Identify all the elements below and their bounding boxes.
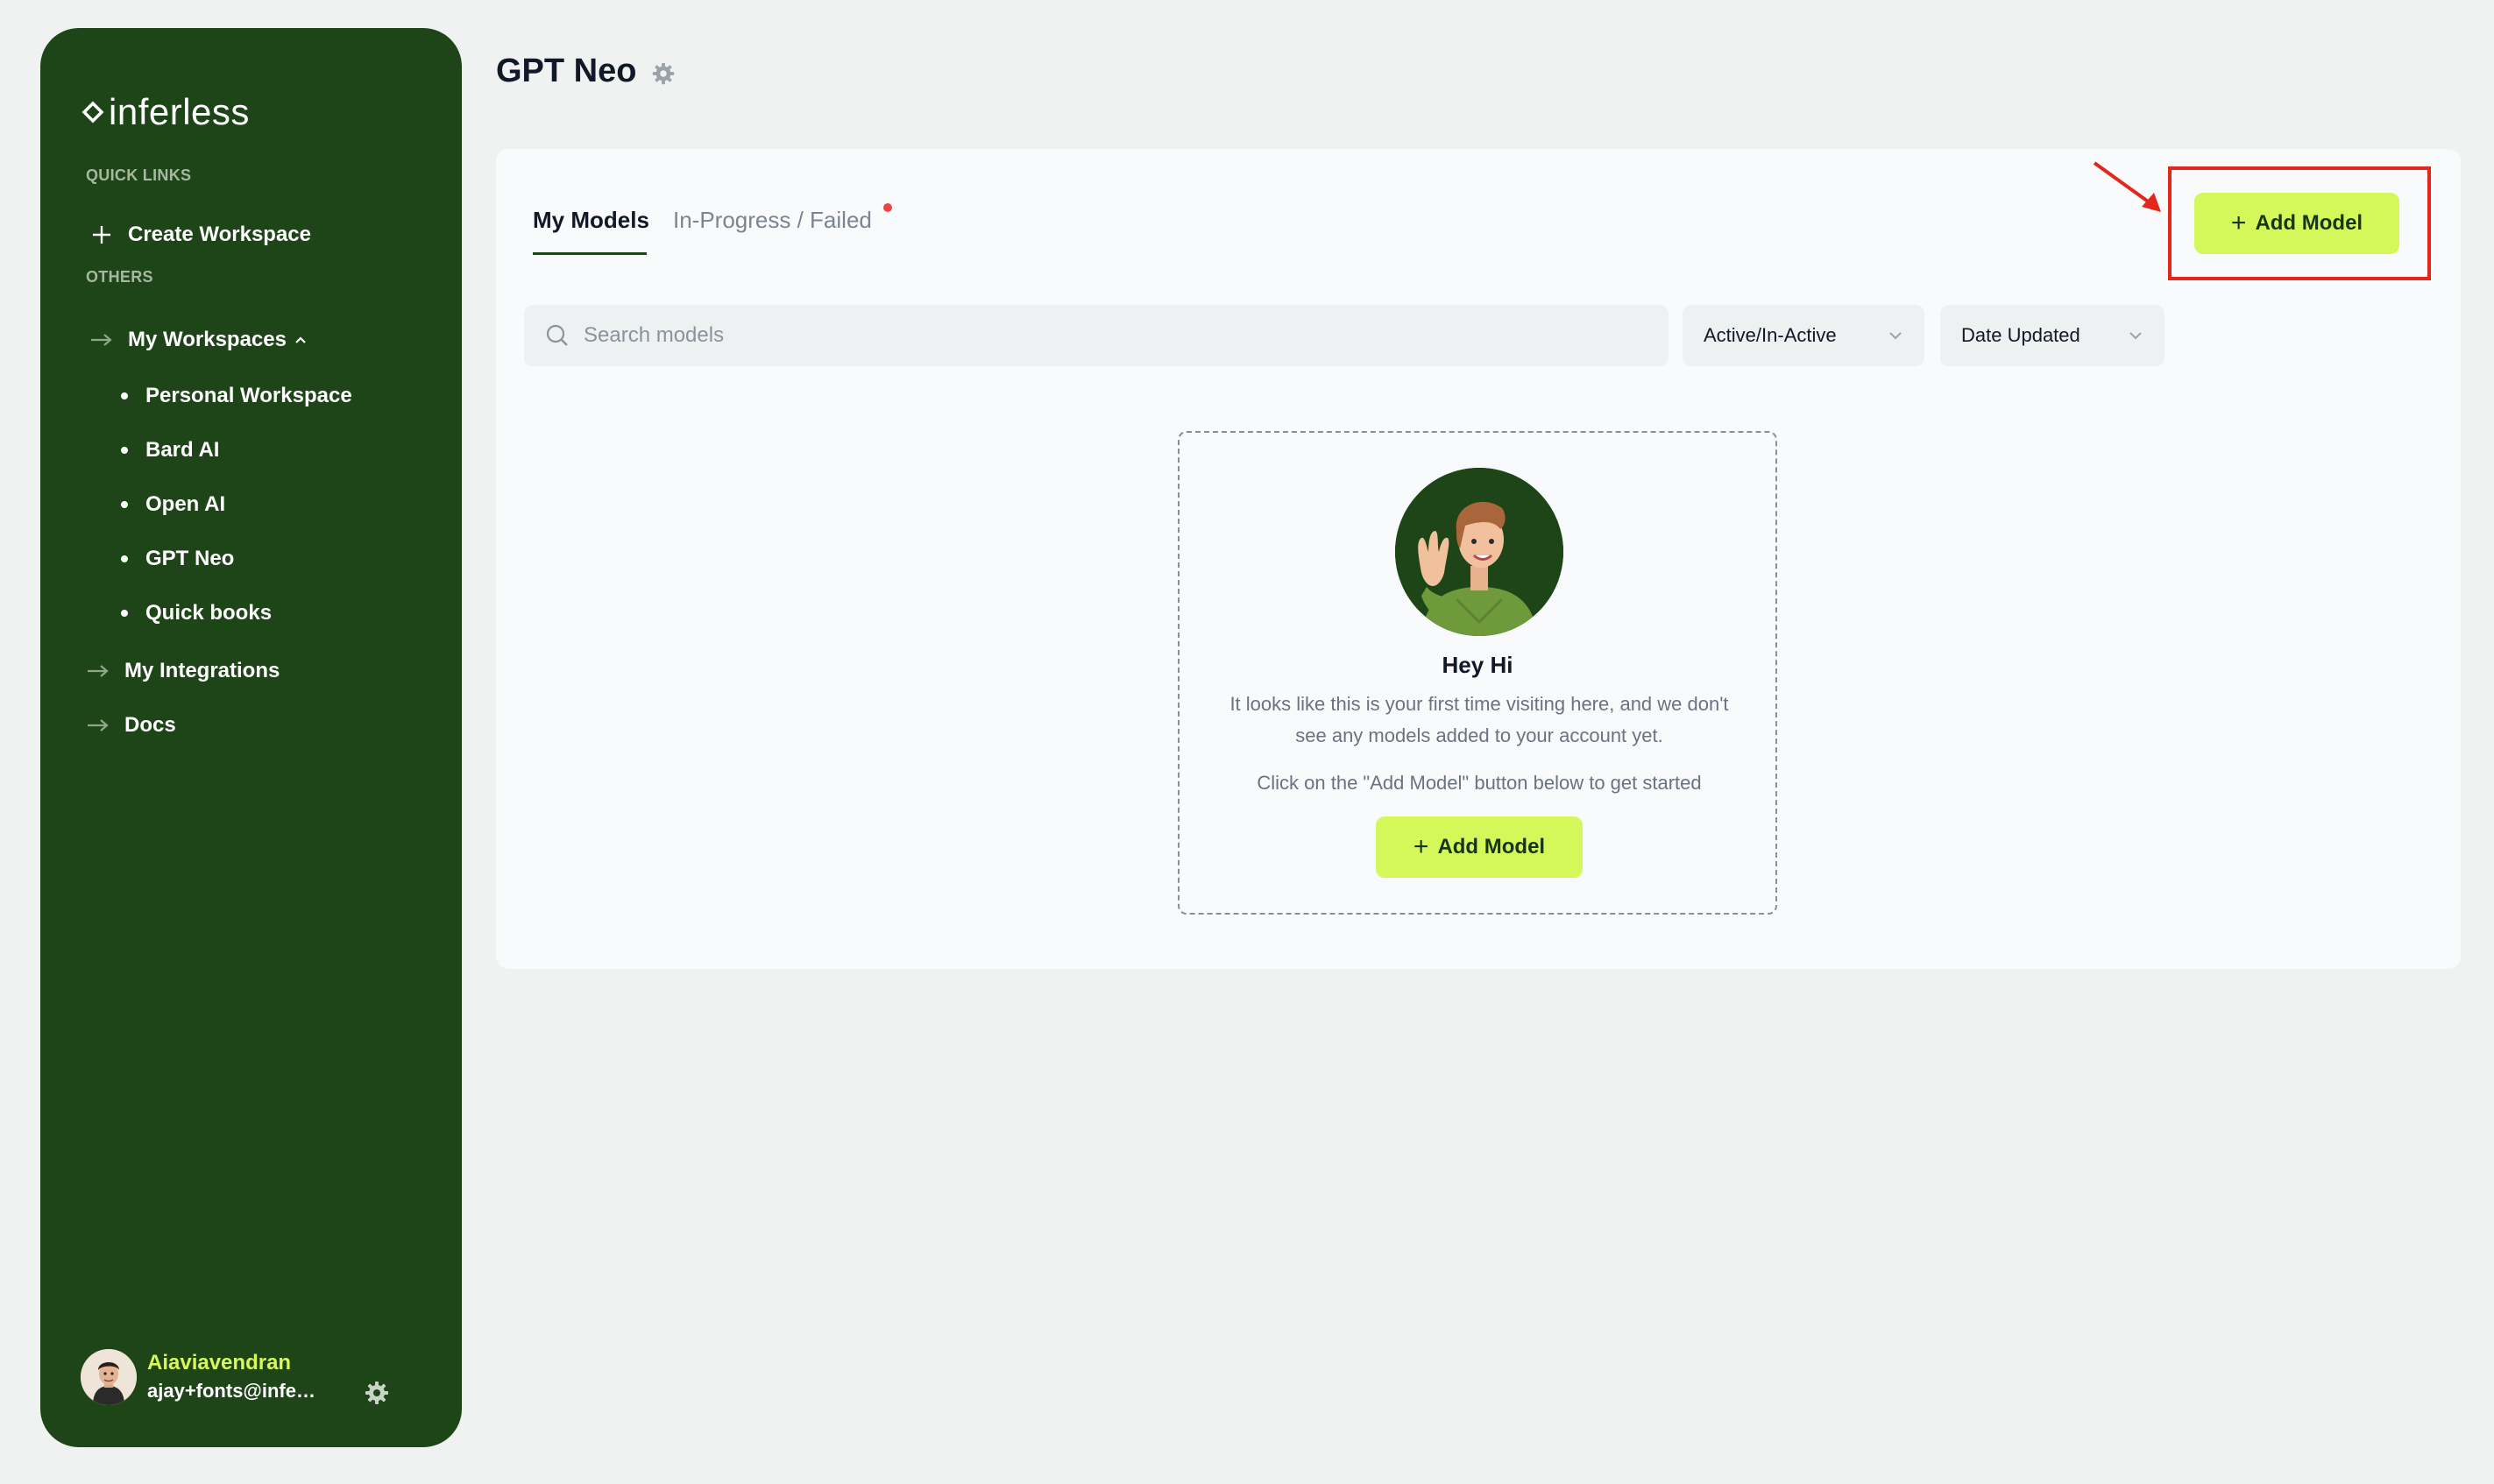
bullet-icon	[121, 610, 128, 617]
workspace-item-label: Personal Workspace	[145, 384, 352, 407]
my-integrations-label: My Integrations	[124, 659, 280, 682]
search-icon	[545, 323, 570, 348]
plus-icon: +	[1413, 832, 1429, 861]
bullet-icon	[121, 501, 128, 508]
arrow-right-icon	[89, 328, 114, 352]
logo[interactable]: inferless	[81, 91, 250, 133]
add-model-button[interactable]: + Add Model	[2194, 193, 2399, 254]
status-filter-value: Active/In-Active	[1704, 324, 1837, 346]
avatar	[81, 1349, 137, 1405]
add-model-label: Add Model	[1437, 835, 1546, 859]
active-tab-indicator	[533, 252, 647, 255]
plus-icon: +	[2230, 208, 2247, 237]
workspace-settings-gear-icon[interactable]	[650, 60, 677, 87]
status-filter-select[interactable]: Active/In-Active	[1683, 305, 1924, 366]
my-workspaces-label: My Workspaces	[128, 328, 287, 351]
sort-filter-value: Date Updated	[1961, 324, 2080, 346]
empty-state-hint: Click on the "Add Model" button below to…	[1257, 772, 1702, 794]
workspace-item-label: GPT Neo	[145, 547, 235, 570]
sort-filter-select[interactable]: Date Updated	[1940, 305, 2165, 366]
arrow-right-icon	[86, 659, 110, 683]
workspace-item-bard-ai[interactable]: Bard AI	[121, 438, 219, 463]
create-workspace-label: Create Workspace	[128, 223, 311, 246]
my-workspaces-toggle[interactable]: My Workspaces	[89, 328, 308, 352]
empty-state-message: It looks like this is your first time vi…	[1229, 693, 1729, 746]
logo-diamond-icon	[81, 100, 105, 124]
workspace-item-open-ai[interactable]: Open AI	[121, 492, 225, 517]
bullet-icon	[121, 447, 128, 454]
others-label: OTHERS	[86, 268, 153, 286]
profile-text: Aiaviavendran ajay+fonts@inferless.com	[147, 1349, 322, 1405]
annotation-arrow-icon	[2093, 161, 2161, 212]
logo-text: inferless	[109, 91, 250, 132]
page-title: GPT Neo	[496, 53, 637, 89]
chevron-up-icon	[294, 335, 308, 345]
bullet-icon	[121, 392, 128, 399]
tab-my-models[interactable]: My Models	[533, 207, 649, 234]
notification-dot	[883, 203, 892, 212]
workspace-item-gpt-neo[interactable]: GPT Neo	[121, 547, 234, 571]
docs-label: Docs	[124, 713, 176, 737]
workspace-item-label: Quick books	[145, 601, 273, 625]
create-workspace-link[interactable]: Create Workspace	[89, 223, 311, 247]
empty-state-add-model-button[interactable]: + Add Model	[1376, 816, 1583, 878]
empty-state-title: Hey Hi	[1442, 652, 1513, 678]
chevron-down-icon	[2129, 332, 2142, 340]
user-profile[interactable]: Aiaviavendran ajay+fonts@inferless.com	[81, 1349, 322, 1405]
empty-state-card: Hey Hi It looks like this is your first …	[1178, 431, 1777, 915]
workspace-item-label: Open AI	[145, 492, 226, 516]
sidebar: inferless QUICK LINKS Create Workspace O…	[40, 28, 462, 1447]
arrow-right-icon	[86, 713, 110, 738]
settings-gear-icon[interactable]	[363, 1379, 391, 1407]
waving-person-illustration	[1395, 468, 1563, 636]
quick-links-label: QUICK LINKS	[86, 166, 192, 184]
profile-email: ajay+fonts@inferless.com	[147, 1380, 322, 1402]
search-input[interactable]	[584, 323, 1635, 348]
bullet-icon	[121, 555, 128, 562]
chevron-down-icon	[1889, 332, 1902, 340]
profile-name: Aiaviavendran	[147, 1351, 292, 1374]
search-bar[interactable]	[524, 305, 1669, 366]
docs-link[interactable]: Docs	[86, 713, 176, 738]
add-model-label: Add Model	[2255, 211, 2363, 235]
plus-icon	[89, 223, 114, 247]
workspace-item-label: Bard AI	[145, 438, 220, 462]
my-integrations-link[interactable]: My Integrations	[86, 659, 280, 683]
workspace-item-quick-books[interactable]: Quick books	[121, 601, 272, 625]
tab-in-progress-failed[interactable]: In-Progress / Failed	[673, 207, 872, 234]
workspace-item-personal[interactable]: Personal Workspace	[121, 384, 352, 408]
